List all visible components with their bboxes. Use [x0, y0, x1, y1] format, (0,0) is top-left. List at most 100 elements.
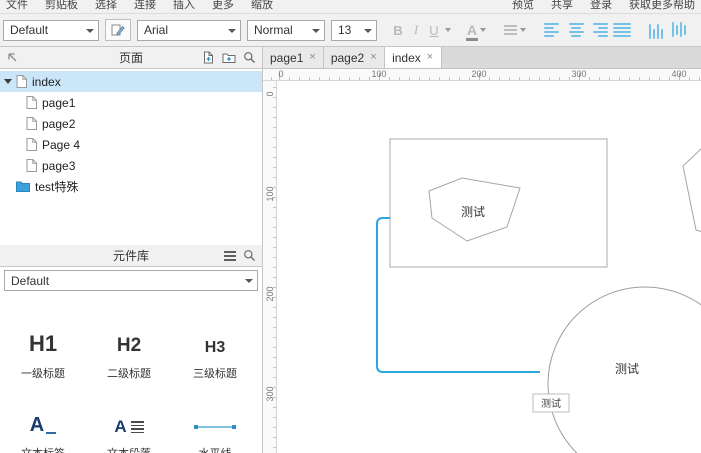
tree-item-page4[interactable]: Page 4: [0, 134, 262, 155]
chevron-down-icon: [480, 28, 487, 32]
paragraph-lines: [130, 421, 144, 433]
canvas-area: page1 × page2 × index × 0 100 200 300 40…: [263, 47, 701, 453]
widget-label: 水平线: [199, 445, 232, 453]
menu-item-select[interactable]: 选择: [95, 0, 117, 12]
tree-item-page1[interactable]: page1: [0, 92, 262, 113]
ruler-number: 300: [265, 386, 275, 402]
menu-item-zoom[interactable]: 缩放: [251, 0, 273, 12]
menu-item-more[interactable]: 更多: [212, 0, 234, 12]
menu-item-file[interactable]: 文件: [6, 0, 28, 12]
widget-glyph: A: [29, 414, 57, 437]
circle-shape-label: 测试: [615, 361, 639, 376]
font-size-select[interactable]: 13: [331, 19, 377, 41]
menu-icon[interactable]: [224, 250, 236, 261]
tab-page2[interactable]: page2 ×: [323, 47, 385, 68]
page-icon: [26, 159, 37, 172]
expander-icon[interactable]: [4, 79, 16, 84]
widget-glyph: H1: [28, 331, 58, 356]
search-icon[interactable]: [243, 249, 256, 262]
menu-item-get-more[interactable]: 获取更多帮助: [629, 0, 695, 12]
tree-item-test-folder[interactable]: test特殊: [0, 176, 262, 197]
page-icon: [26, 117, 37, 130]
tree-item-label: test特殊: [35, 180, 79, 194]
style-select[interactable]: Default: [3, 19, 99, 41]
widget-paragraph[interactable]: A 文本段落: [86, 385, 172, 453]
tree-item-label: index: [32, 74, 61, 89]
font-style-value: Normal: [254, 23, 293, 37]
ruler-number: 200: [471, 69, 487, 79]
text-label-letter: A: [29, 414, 45, 436]
font-family-value: Arial: [144, 23, 169, 37]
widget-label: 三级标题: [193, 368, 237, 380]
add-folder-icon[interactable]: [222, 51, 236, 64]
italic-button[interactable]: I: [409, 22, 423, 38]
close-icon[interactable]: ×: [309, 52, 315, 63]
tree-item-index[interactable]: index: [0, 71, 262, 92]
clipped-corner-shape[interactable]: [682, 147, 701, 232]
widget-h3[interactable]: H3 三级标题: [172, 305, 258, 385]
chevron-down-icon: [364, 28, 372, 33]
widget-text-label[interactable]: A 文本标签: [0, 385, 86, 453]
align-justify-button[interactable]: [613, 22, 632, 38]
widget-label: 一级标题: [21, 368, 65, 380]
page-icon: [26, 96, 37, 109]
style-select-value: Default: [10, 23, 49, 37]
align-center-button[interactable]: [567, 22, 585, 38]
close-icon[interactable]: ×: [370, 52, 376, 63]
font-family-select[interactable]: Arial: [137, 19, 241, 41]
tab-label: page2: [330, 50, 365, 65]
widget-label: 文本标签: [21, 445, 65, 453]
tab-index[interactable]: index ×: [384, 47, 442, 68]
widget-glyph: H2: [116, 335, 142, 356]
widgets-panel: 元件库 Default H1 一级标题 H2 二级标题 H3 三级标题 A A: [0, 245, 262, 453]
chevron-down-icon: [86, 28, 94, 33]
menu-item-login[interactable]: 登录: [590, 0, 612, 12]
menu-item-connect[interactable]: 连接: [134, 0, 156, 12]
line-spacing-button[interactable]: [504, 25, 527, 35]
chevron-down-icon: [228, 28, 236, 33]
close-icon[interactable]: ×: [427, 52, 433, 63]
font-color-button[interactable]: A: [465, 22, 487, 41]
pages-tree: index page1 page2 Page 4 page3 test特殊: [0, 69, 262, 245]
tree-item-page3[interactable]: page3: [0, 155, 262, 176]
align-left-button[interactable]: [544, 22, 562, 38]
widget-grid: H1 一级标题 H2 二级标题 H3 三级标题 A A: [0, 293, 262, 453]
align-top-button[interactable]: [648, 21, 664, 39]
library-select-value: Default: [11, 273, 50, 288]
tab-page1[interactable]: page1 ×: [263, 47, 324, 68]
search-icon[interactable]: [243, 51, 256, 64]
menu-item-preview[interactable]: 预览: [512, 0, 534, 12]
menu-item-clipboard[interactable]: 剪贴板: [45, 0, 78, 12]
library-select[interactable]: Default: [4, 270, 258, 291]
underbar: [46, 432, 57, 434]
folder-icon: [16, 181, 30, 192]
widget-label: 二级标题: [107, 368, 151, 380]
menu-item-insert[interactable]: 插入: [173, 0, 195, 12]
font-style-select[interactable]: Normal: [247, 19, 325, 41]
ruler-number: 0: [265, 91, 275, 97]
line-spacing-icon: [504, 25, 518, 35]
align-right-button[interactable]: [590, 22, 609, 38]
underline-button[interactable]: U: [427, 23, 441, 38]
ruler-number: 200: [265, 286, 275, 302]
tree-item-page2[interactable]: page2: [0, 113, 262, 134]
ruler-number: 100: [371, 69, 387, 79]
font-color-letter: A: [465, 22, 479, 41]
tree-item-label: Page 4: [42, 137, 81, 152]
polygon-shape-label: 测试: [461, 204, 485, 219]
design-canvas[interactable]: 测试 测试 测试: [277, 81, 701, 453]
widget-h1[interactable]: H1 一级标题: [0, 305, 86, 385]
add-page-icon[interactable]: [202, 51, 215, 64]
menu-item-share[interactable]: 共享: [551, 0, 573, 12]
widget-h2[interactable]: H2 二级标题: [86, 305, 172, 385]
widget-glyph: [194, 417, 236, 437]
align-middle-button[interactable]: [671, 21, 687, 39]
tree-item-label: page1: [42, 95, 76, 110]
chevron-down-icon[interactable]: [445, 28, 451, 32]
bold-button[interactable]: B: [391, 23, 405, 38]
widgets-panel-header: 元件库: [0, 245, 262, 267]
edit-style-button[interactable]: [105, 19, 131, 41]
widget-hline[interactable]: 水平线: [172, 385, 258, 453]
small-box-label: 测试: [541, 397, 561, 410]
tab-label: page1: [270, 50, 304, 65]
